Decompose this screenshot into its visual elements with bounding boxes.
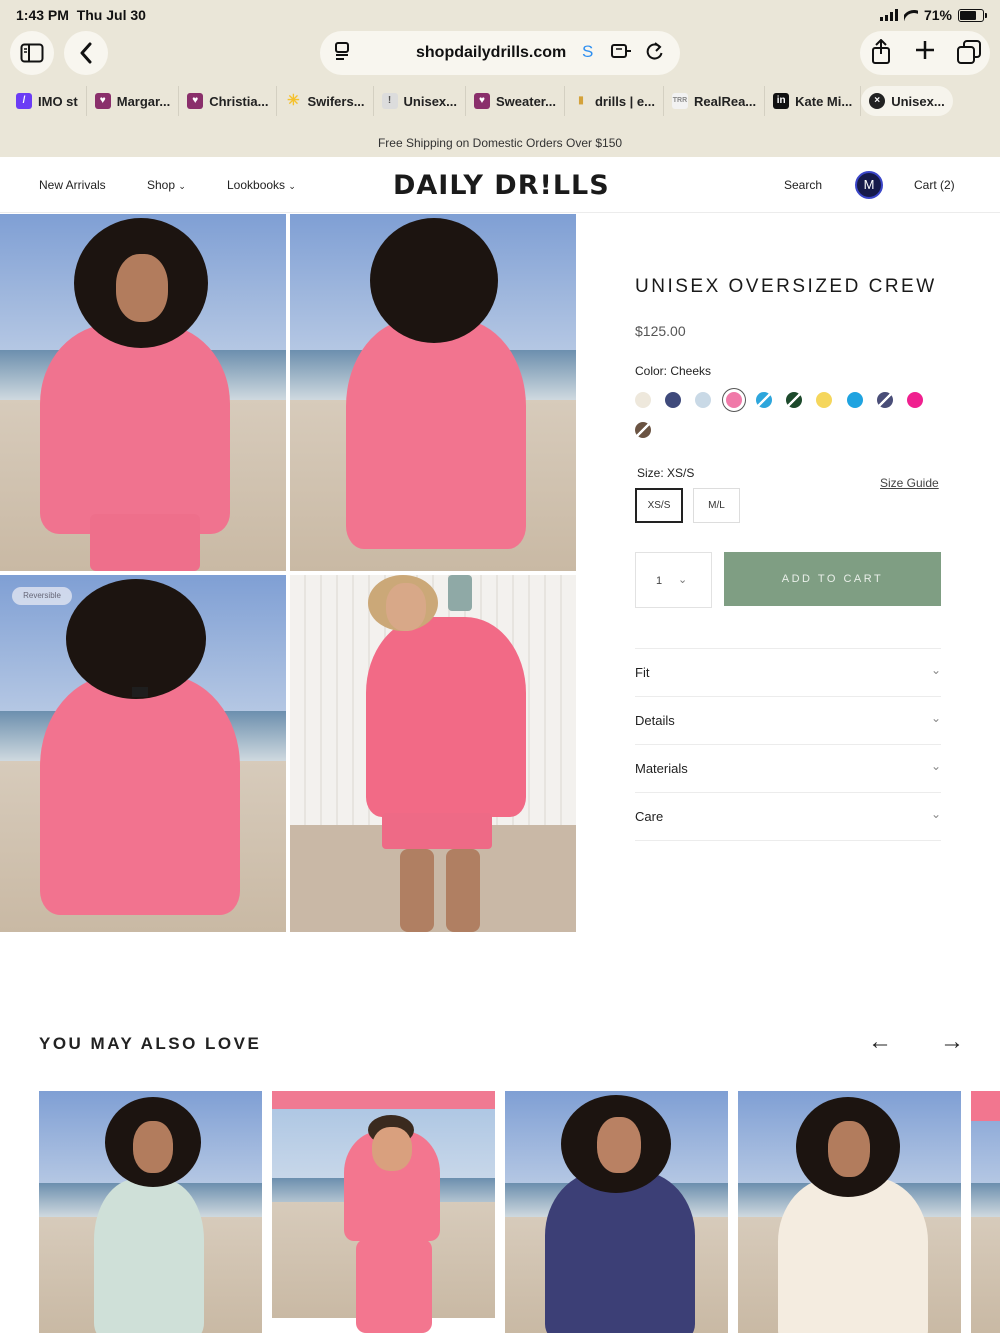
recommendation-card[interactable]	[39, 1091, 262, 1333]
color-swatch[interactable]	[695, 392, 711, 408]
recommendation-card[interactable]	[738, 1091, 961, 1333]
browser-tab-active[interactable]: × Unisex...	[861, 86, 953, 116]
accordion-materials[interactable]: Materials ⌄	[635, 744, 941, 792]
accordion-fit[interactable]: Fit ⌄	[635, 648, 941, 696]
chevron-down-icon: ⌄	[930, 663, 941, 677]
arrow-left-icon[interactable]: ←	[868, 1028, 892, 1056]
cellular-signal-icon	[879, 9, 898, 21]
chevron-down-icon: ⌄	[178, 181, 186, 191]
chevron-down-icon: ⌄	[288, 181, 296, 191]
color-label: Color: Cheeks	[635, 364, 712, 378]
color-swatch[interactable]	[786, 392, 802, 408]
account-avatar[interactable]: M	[855, 171, 883, 199]
nav-new-arrivals[interactable]: New Arrivals	[39, 178, 106, 192]
search-link[interactable]: Search	[784, 178, 822, 192]
exclamation-icon: !	[381, 93, 398, 109]
new-tab-icon[interactable]	[914, 37, 936, 69]
product-image-back-reversible[interactable]: Reversible	[0, 575, 286, 932]
cart-link[interactable]: Cart (2)	[914, 178, 955, 192]
bars-icon: ▮	[578, 95, 584, 106]
recommendations-title: YOU MAY ALSO LOVE	[39, 1034, 262, 1053]
product-title: UNISEX OVERSIZED CREW	[635, 276, 937, 297]
shopify-icon: ♥	[187, 93, 204, 109]
recommendation-card-partial[interactable]	[971, 1091, 1000, 1333]
battery-icon	[958, 8, 987, 22]
color-swatch-selected[interactable]	[726, 392, 742, 408]
linkedin-icon: in	[773, 93, 790, 109]
browser-tab[interactable]: / IMO st	[8, 86, 87, 116]
color-swatch[interactable]	[816, 392, 832, 408]
color-swatch[interactable]	[635, 422, 651, 438]
tab-bar: / IMO st ♥ Margar... ♥ Christia... ✳ Swifers…	[8, 86, 953, 116]
size-label: Size: XS/S	[637, 466, 695, 480]
browser-chrome: 1:43 PM Thu Jul 30 71% shopdailydrills.c…	[0, 0, 1000, 157]
realreal-icon: TRR	[671, 93, 688, 109]
share-icon[interactable]	[870, 38, 892, 71]
extensions-icon[interactable]	[610, 41, 632, 66]
product-price: $125.00	[635, 323, 686, 339]
status-time-date: 1:43 PM Thu Jul 30	[16, 7, 146, 23]
chevron-down-icon: ⌄	[930, 759, 941, 773]
battery-percentage: 71%	[923, 7, 952, 23]
browser-tab[interactable]: ▮ drills | e...	[565, 86, 664, 116]
sidebar-icon	[20, 43, 44, 63]
back-button[interactable]	[64, 31, 108, 75]
browser-tab[interactable]: ♥ Christia...	[179, 86, 278, 116]
color-swatch[interactable]	[907, 392, 923, 408]
reader-icon[interactable]	[334, 41, 352, 66]
color-swatch[interactable]	[756, 392, 772, 408]
sidebar-toggle-button[interactable]	[10, 31, 54, 75]
browser-actions	[860, 31, 990, 75]
product-image-lifestyle[interactable]	[290, 575, 576, 932]
site-header: New Arrivals Shop ⌄ Lookbooks ⌄ DAILY DR…	[0, 157, 1000, 213]
reload-icon[interactable]	[646, 41, 664, 66]
product-image-front[interactable]	[0, 214, 286, 571]
color-swatch[interactable]	[847, 392, 863, 408]
reversible-badge: Reversible	[12, 587, 72, 605]
purple-square-icon: /	[16, 93, 32, 109]
add-to-cart-button[interactable]: ADD TO CART	[724, 552, 941, 606]
nav-shop[interactable]: Shop ⌄	[147, 178, 186, 192]
recommendation-card[interactable]	[272, 1091, 495, 1333]
chevron-down-icon: ⌄	[930, 711, 941, 725]
chevron-left-icon	[80, 42, 92, 64]
browser-tab[interactable]: ✳ Swifers...	[277, 86, 374, 116]
status-indicators: 71%	[879, 7, 987, 23]
color-swatch[interactable]	[635, 392, 651, 408]
close-circle-icon[interactable]: ×	[869, 93, 886, 109]
site-logo[interactable]: DAILY DR!LLS	[393, 170, 610, 201]
accordion-care[interactable]: Care ⌄	[635, 792, 941, 840]
browser-tab[interactable]: TRR RealRea...	[664, 86, 766, 116]
skype-extension-icon[interactable]: S	[582, 42, 593, 62]
accordion-details[interactable]: Details ⌄	[635, 696, 941, 744]
chevron-down-icon: ⌄	[678, 574, 688, 586]
address-bar[interactable]: shopdailydrills.com S	[320, 31, 680, 75]
walmart-spark-icon: ✳	[287, 92, 300, 109]
size-guide-link[interactable]: Size Guide	[880, 476, 939, 490]
status-bar: 1:43 PM Thu Jul 30 71%	[0, 0, 1000, 30]
tab-overview-icon[interactable]	[956, 39, 982, 71]
chevron-down-icon: ⌄	[930, 807, 941, 821]
browser-tab[interactable]: ♥ Sweater...	[466, 86, 565, 116]
nav-lookbooks[interactable]: Lookbooks ⌄	[227, 178, 296, 192]
quantity-select[interactable]: 1 ⌄	[635, 552, 712, 608]
browser-tab[interactable]: ! Unisex...	[374, 86, 466, 116]
size-option-m-l[interactable]: M/L	[693, 488, 740, 523]
color-swatch[interactable]	[877, 392, 893, 408]
shopify-icon: ♥	[94, 93, 111, 109]
quantity-value: 1	[656, 575, 663, 587]
recommendation-card[interactable]	[505, 1091, 728, 1333]
product-image-back[interactable]	[290, 214, 576, 571]
arrow-right-icon[interactable]: →	[940, 1028, 964, 1056]
announcement-bar: Free Shipping on Domestic Orders Over $1…	[0, 130, 1000, 157]
color-swatch[interactable]	[665, 392, 681, 408]
wifi-icon	[904, 9, 918, 21]
shopify-icon: ♥	[474, 93, 490, 109]
browser-tab[interactable]: ♥ Margar...	[87, 86, 180, 116]
accordion-divider	[635, 840, 941, 841]
url-text[interactable]: shopdailydrills.com	[416, 44, 566, 62]
size-option-xs-s[interactable]: XS/S	[635, 488, 683, 523]
browser-tab[interactable]: in Kate Mi...	[765, 86, 862, 116]
